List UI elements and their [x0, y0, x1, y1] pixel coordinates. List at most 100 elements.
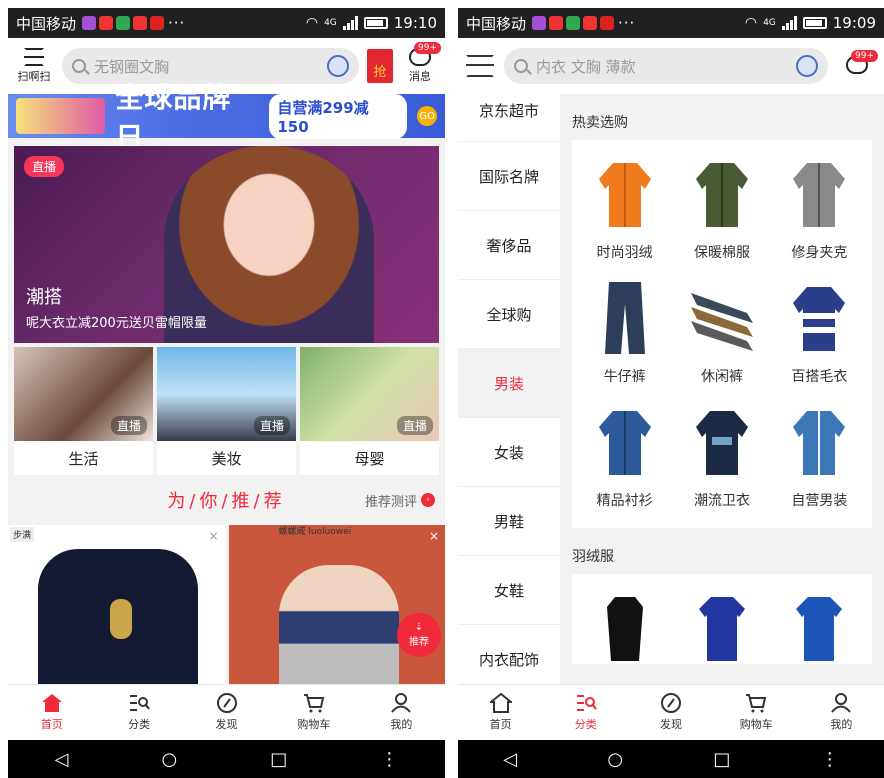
banner-go-icon: GO: [417, 106, 437, 126]
compass-icon: [660, 693, 682, 713]
item-image: [784, 154, 854, 234]
grid-item[interactable]: 保暖棉服: [673, 154, 770, 274]
grid-item[interactable]: 潮流卫衣: [673, 402, 770, 522]
carrier-label: 中国移动: [466, 14, 527, 33]
bottom-tab-bar: 首页 分类 发现 购物车 我的: [458, 684, 884, 740]
grid-item[interactable]: 精品衬衫: [576, 402, 673, 522]
more-vertical-icon[interactable]: ⋮: [821, 749, 839, 770]
tab-home[interactable]: 首页: [458, 685, 543, 740]
float-recommend-button[interactable]: ⇣ 推荐: [397, 613, 441, 657]
status-bar: 中国移动 ··· ◠ 4G 19:09: [458, 8, 884, 38]
item-image: [784, 402, 854, 482]
banner-title: 全球品牌日: [115, 81, 232, 154]
search-placeholder: 内衣 文胸 薄款: [536, 57, 636, 76]
sidebar-item-menswear[interactable]: 男装: [458, 349, 560, 418]
recents-icon[interactable]: □: [713, 749, 730, 770]
message-button[interactable]: 99+ 消息: [401, 42, 441, 84]
live-badge: 直播: [110, 416, 147, 435]
product-card[interactable]: 螺螺威 luoluowei × ⇣ 推荐: [228, 525, 445, 685]
battery-icon: [363, 17, 388, 29]
app-notification-icon: [150, 16, 165, 30]
sidebar-item-jd-market[interactable]: 京东超市: [458, 94, 560, 142]
app-notification-icon: [566, 16, 581, 30]
tab-discover[interactable]: 发现: [183, 685, 270, 740]
close-icon[interactable]: ×: [208, 529, 218, 543]
app-notification-icon: [583, 16, 598, 30]
back-icon[interactable]: ◁: [55, 749, 69, 770]
tab-mine[interactable]: 我的: [799, 685, 884, 740]
sidebar-item-luxury[interactable]: 奢侈品: [458, 211, 560, 280]
tab-label: 发现: [215, 718, 238, 731]
more-notifications: ···: [168, 14, 186, 32]
tab-label: 发现: [660, 718, 682, 731]
tab-cart[interactable]: 购物车: [270, 685, 357, 740]
message-button[interactable]: 99+: [838, 50, 878, 76]
cart-icon: [745, 693, 767, 713]
sidebar-item-womenswear[interactable]: 女装: [458, 418, 560, 487]
live-subtitle: 呢大衣立减200元送贝雷帽限量: [26, 316, 207, 331]
category-sidebar: 京东超市 国际名牌 奢侈品 全球购 男装 女装 男鞋 女鞋 内衣配饰: [458, 94, 560, 684]
grid-item[interactable]: 百搭毛衣: [771, 278, 868, 398]
user-icon: [830, 693, 852, 713]
home-circle-icon[interactable]: ○: [607, 749, 623, 770]
item-label: 牛仔裤: [603, 369, 646, 385]
system-nav-bar: ◁ ○ □ ⋮: [8, 740, 445, 778]
notification-icons: [532, 16, 615, 30]
tab-cart[interactable]: 购物车: [714, 685, 799, 740]
app-notification-icon: [600, 16, 615, 30]
home-circle-icon[interactable]: ○: [161, 749, 177, 770]
signal-icon: [342, 16, 358, 30]
sidebar-item-intl-brands[interactable]: 国际名牌: [458, 142, 560, 211]
tab-discover[interactable]: 发现: [628, 685, 713, 740]
scan-button[interactable]: 扫啊扫: [14, 48, 54, 84]
brand-day-banner[interactable]: 全球品牌日 自营满299减150 GO: [8, 81, 445, 154]
sidebar-item-global[interactable]: 全球购: [458, 280, 560, 349]
recommend-title: 为/你/推/荐: [167, 491, 286, 512]
tab-home[interactable]: 首页: [8, 685, 95, 740]
scan-icon[interactable]: [466, 55, 494, 77]
live-stream-main[interactable]: 直播 潮搭 呢大衣立减200元送贝雷帽限量: [14, 146, 439, 343]
sub-live-card[interactable]: 直播 生活: [14, 347, 153, 475]
phone-category: 中国移动 ··· ◠ 4G 19:09 内衣 文胸 薄款 99+ 京东超市 国际…: [458, 8, 884, 778]
grid-item[interactable]: [673, 588, 770, 684]
item-image: [590, 588, 660, 668]
sidebar-item-mens-shoes[interactable]: 男鞋: [458, 487, 560, 556]
sub-live-card[interactable]: 直播 美妆: [157, 347, 296, 475]
float-recommend-label: 推荐: [409, 637, 429, 648]
status-bar: 中国移动 ··· ◠ 4G 19:10: [8, 8, 445, 38]
back-icon[interactable]: ◁: [503, 749, 517, 770]
home-icon: [41, 693, 63, 713]
category-content: 热卖选购 时尚羽绒 保暖棉服 修身夹克 牛仔裤 休闲裤 百搭毛衣 精品衬衫 潮流…: [560, 94, 884, 684]
grid-item[interactable]: 牛仔裤: [576, 278, 673, 398]
sub-live-card[interactable]: 直播 母婴: [300, 347, 439, 475]
message-badge: 99+: [851, 50, 878, 62]
grid-item[interactable]: [576, 588, 673, 684]
more-vertical-icon[interactable]: ⋮: [380, 749, 398, 770]
sidebar-item-underwear[interactable]: 内衣配饰: [458, 625, 560, 684]
robot-assistant-icon[interactable]: [327, 55, 349, 77]
tab-mine[interactable]: 我的: [358, 685, 445, 740]
tab-label: 购物车: [739, 718, 773, 731]
recommend-eval-link[interactable]: 推荐测评 ›: [365, 491, 435, 510]
grid-item[interactable]: [771, 588, 868, 684]
product-card[interactable]: 步满 ×: [8, 525, 225, 685]
search-input[interactable]: 内衣 文胸 薄款: [504, 48, 828, 84]
tab-label: 分类: [128, 718, 151, 731]
flash-sale-button[interactable]: 抢: [367, 49, 393, 83]
robot-assistant-icon[interactable]: [796, 55, 818, 77]
grid-item[interactable]: 修身夹克: [771, 154, 868, 274]
grid-item[interactable]: 自营男装: [771, 402, 868, 522]
grid-item[interactable]: 时尚羽绒: [576, 154, 673, 274]
sub-live-image: 直播: [157, 347, 296, 441]
grid-item[interactable]: 休闲裤: [673, 278, 770, 398]
product-model-image: [278, 565, 399, 685]
app-notification-icon: [99, 16, 114, 30]
close-icon[interactable]: ×: [429, 529, 439, 543]
item-image: [687, 402, 757, 482]
recents-icon[interactable]: □: [270, 749, 287, 770]
tab-category[interactable]: 分类: [543, 685, 628, 740]
sidebar-item-womens-shoes[interactable]: 女鞋: [458, 556, 560, 625]
item-label: 时尚羽绒: [596, 245, 653, 261]
tab-category[interactable]: 分类: [95, 685, 182, 740]
scan-label: 扫啊扫: [17, 70, 51, 83]
